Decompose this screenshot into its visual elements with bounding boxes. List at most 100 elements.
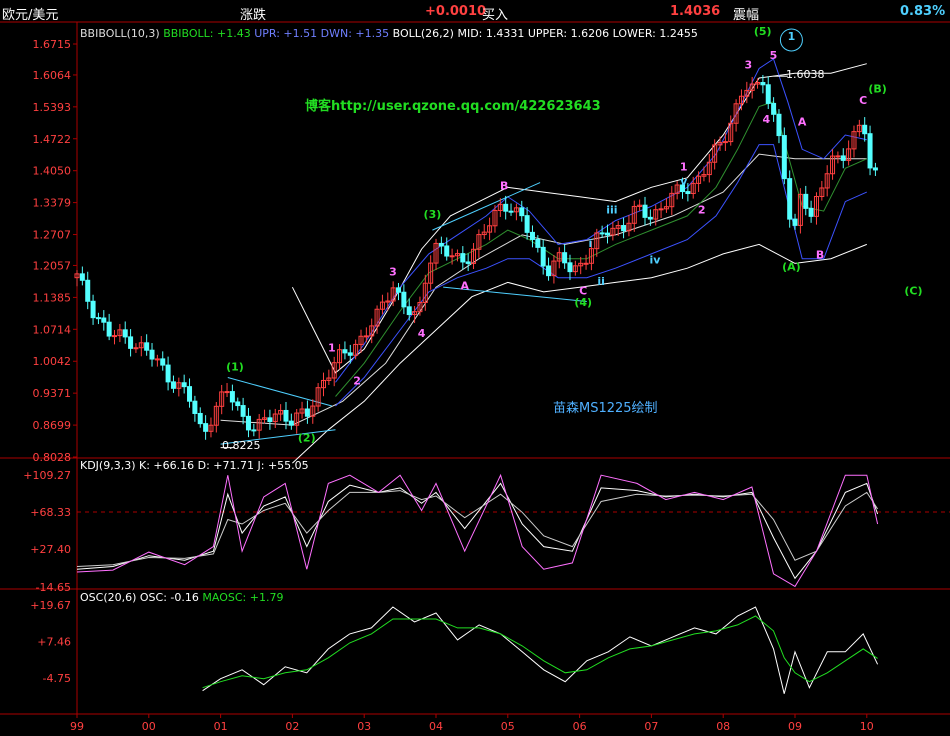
candle-body xyxy=(406,306,412,316)
candle-body xyxy=(170,381,176,389)
candle-body xyxy=(444,245,450,257)
wave-label: iii xyxy=(606,203,617,216)
price-tick-label: 1.1385 xyxy=(33,291,72,304)
kdj-tick-label: +68.33 xyxy=(30,506,71,519)
dwn-value: DWN: +1.35 xyxy=(320,27,390,40)
price-tick-label: 1.3379 xyxy=(33,197,72,210)
candle-body xyxy=(245,415,251,431)
candle-body xyxy=(647,216,653,220)
candle-body xyxy=(181,382,187,388)
wave-label: (C) xyxy=(904,284,922,297)
wave-label: 4 xyxy=(418,327,426,340)
candle-body xyxy=(101,317,107,323)
price-tick-label: 1.4722 xyxy=(33,133,72,146)
candle-body xyxy=(503,203,509,212)
price-tick-label: 1.6064 xyxy=(33,69,72,82)
kdj-tick-label: +27.40 xyxy=(30,543,71,556)
candle-body xyxy=(685,191,691,195)
maosc-value: MAOSC: +1.79 xyxy=(202,591,284,604)
candle-body xyxy=(192,400,198,414)
candle-body xyxy=(363,335,369,338)
candle-body xyxy=(288,420,294,426)
candle-body xyxy=(872,167,878,171)
candle-body xyxy=(251,429,257,432)
candle-body xyxy=(128,336,134,349)
candle-body xyxy=(267,417,273,423)
kdj-legend: KDJ(9,3,3) K: +66.16 D: +71.71 J: +55.05 xyxy=(80,459,309,472)
wave-label: (2) xyxy=(298,432,316,445)
wave-label: B xyxy=(500,180,508,193)
candle-body xyxy=(862,124,868,135)
candle-body xyxy=(240,405,246,417)
candle-body xyxy=(508,210,514,213)
price-tick-label: 0.8028 xyxy=(33,451,72,464)
wave-label: A xyxy=(798,116,807,129)
candle-body xyxy=(90,300,96,319)
candle-body xyxy=(165,364,171,383)
year-tick-label: 09 xyxy=(788,720,802,733)
wave-label: (5) xyxy=(754,25,772,38)
wave-label: C xyxy=(859,94,867,107)
candle-body xyxy=(529,231,535,240)
year-tick-label: 99 xyxy=(70,720,84,733)
bbiboll-name: BBIBOLL(10,3) xyxy=(80,27,160,40)
osc-series xyxy=(202,606,879,694)
boll-mid-line xyxy=(220,153,867,426)
wave-label: 4 xyxy=(762,113,770,126)
candle-body xyxy=(203,423,209,432)
candle-body xyxy=(567,262,573,273)
candle-body xyxy=(85,279,91,302)
candle-body xyxy=(401,291,407,308)
wave-label: iv xyxy=(650,253,662,266)
candle-body xyxy=(438,242,444,247)
wave-label: (A) xyxy=(782,261,801,274)
year-tick-label: 00 xyxy=(142,720,156,733)
price-tick-label: 0.9371 xyxy=(33,387,72,400)
year-tick-label: 05 xyxy=(501,720,515,733)
candle-body xyxy=(642,204,648,218)
candle-body xyxy=(154,358,160,361)
candle-body xyxy=(465,261,471,264)
amplitude-label: 震幅 xyxy=(733,8,760,23)
symbol-name[interactable]: 欧元/美元 xyxy=(2,4,58,23)
candle-body xyxy=(112,335,118,338)
candle-body xyxy=(540,246,546,267)
osc-tick-label: -4.75 xyxy=(43,672,71,685)
change-label: 涨跌 xyxy=(240,8,267,23)
candle-body xyxy=(519,207,525,217)
candle-body xyxy=(106,321,112,337)
trendline-wave-b-top xyxy=(432,182,541,231)
bid-label: 买入 xyxy=(482,8,509,23)
candle-body xyxy=(187,386,193,402)
wave-label: i xyxy=(588,237,592,250)
candle-body xyxy=(95,317,101,320)
wave-label: (1) xyxy=(226,360,244,373)
wave-label: 2 xyxy=(698,203,706,216)
kdj-tick-label: -14.65 xyxy=(36,581,71,594)
change-value: +0.0010 xyxy=(425,4,487,19)
boll-legend: BOLL(26,2) MID: 1.4331 UPPER: 1.6206 LOW… xyxy=(392,27,698,40)
wave-label: (B) xyxy=(868,82,886,95)
wave-label: A xyxy=(460,280,469,293)
candle-body xyxy=(304,408,310,417)
bbi-mid-line xyxy=(335,101,868,397)
kdj-line-j xyxy=(76,473,879,588)
candle-body xyxy=(524,215,530,233)
candle-body xyxy=(546,265,552,277)
wave-label: 5 xyxy=(770,49,778,62)
forex-chart-canvas[interactable]: (1)(2)1234(3)ABC(4)iiiiiiivv12345(5) 1A(A… xyxy=(0,0,950,736)
kdj-series xyxy=(76,473,879,588)
year-tick-label: 03 xyxy=(357,720,371,733)
candle-body xyxy=(840,155,846,161)
candle-body xyxy=(803,193,809,209)
amplitude-value: 0.83% xyxy=(900,4,946,19)
price-tick-label: 1.2057 xyxy=(33,259,72,272)
osc-tick-label: +19.67 xyxy=(30,599,71,612)
candle-body xyxy=(760,82,766,86)
year-tick-label: 07 xyxy=(644,720,658,733)
candle-body xyxy=(144,342,150,351)
price-tick-label: 1.0714 xyxy=(33,323,72,336)
osc-line-maosc xyxy=(202,615,878,689)
bid-value: 1.4036 xyxy=(670,4,721,19)
wave-label: 2 xyxy=(353,375,361,388)
